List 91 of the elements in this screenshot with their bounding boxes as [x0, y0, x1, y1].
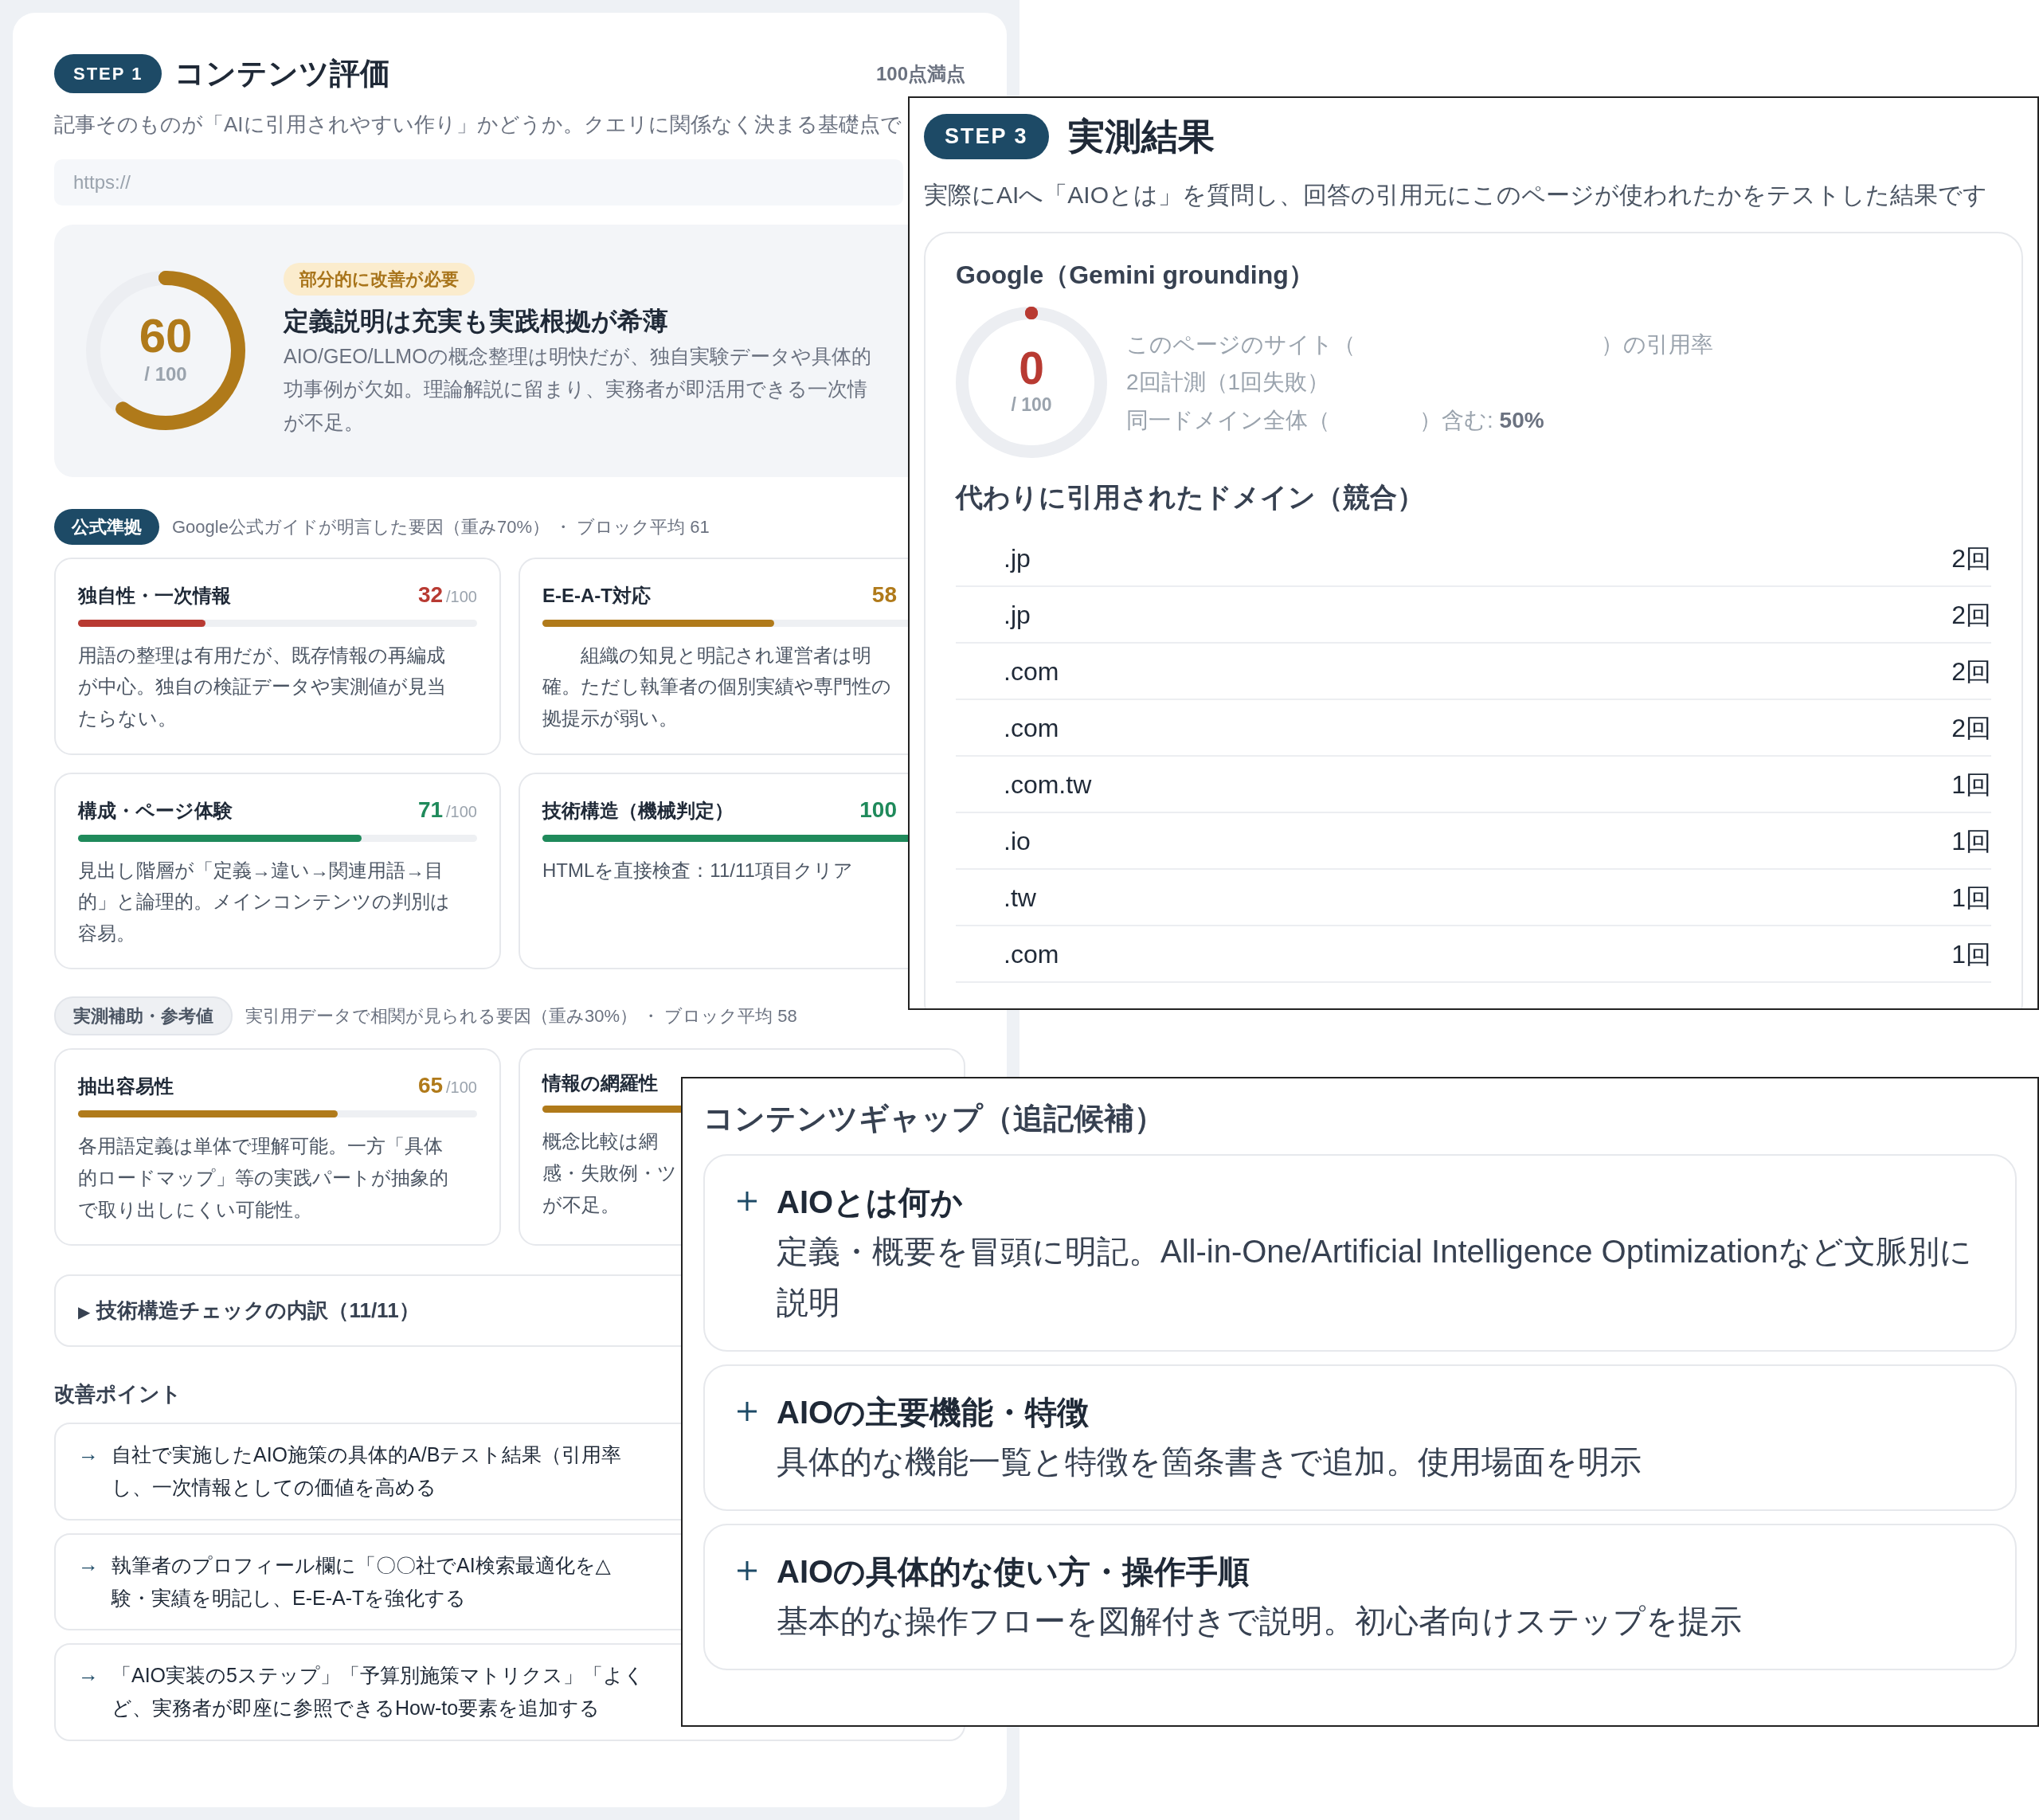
metric-max: /100 — [446, 802, 477, 820]
summary-headline: 定義説明は充実も実践根拠が希薄 — [284, 306, 669, 337]
block-caption: Google公式ガイドが明言した要因（重み70%） ・ ブロック平均 61 — [172, 515, 710, 538]
metric-score: 71 — [417, 796, 444, 822]
metric-name: 独自性・一次情報 — [78, 583, 231, 608]
stat-line: 2回計測（1回失敗） — [1126, 369, 1330, 397]
arrow-marker: → — [78, 1661, 99, 1689]
plus-icon — [737, 1560, 757, 1581]
metric-text-line: 用語の整理は有用だが、既存情報の再編成 — [78, 643, 445, 667]
metric-name: 抽出容易性 — [78, 1074, 174, 1099]
metric-name: E-E-A-T対応 — [542, 583, 651, 608]
citation-count: 1回 — [1951, 882, 1991, 914]
metric-text-line: 感・失敗例・ツ — [542, 1160, 677, 1185]
metric-text-line: たらない。 — [78, 706, 177, 730]
gap-item-title: AIOの具体的な使い方・操作手順 — [777, 1553, 1251, 1591]
panel-title: コンテンツギャップ（追記候補） — [703, 1101, 1165, 1137]
score-value: 60 — [139, 312, 193, 361]
domain-name: .jp — [1003, 599, 1031, 631]
metric-score: 100 — [859, 796, 897, 822]
plus-icon — [737, 1191, 757, 1211]
details-label: 技術構造チェックの内訳（11/11） — [96, 1298, 420, 1323]
metric-score: 32 — [417, 581, 444, 607]
summary-text-line: AIO/GEO/LLMOの概念整理は明快だが、独自実験データや具体的 — [284, 344, 871, 369]
score-value: 0 — [1018, 346, 1045, 392]
score-max: / 100 — [143, 362, 188, 387]
domain-name: .com — [1003, 938, 1059, 970]
gap-item-text: 具体的な機能一覧と特徴を箇条書きで追加。使用場面を明示 — [777, 1443, 1642, 1481]
competitors-title: 代わりに引用されたドメイン（競合） — [956, 481, 1425, 514]
improvement-text-line: 「AIO実装の5ステップ」「予算別施策マトリクス」「よく — [112, 1663, 644, 1689]
section-title: 実測結果 — [1067, 115, 1215, 159]
citation-count: 1回 — [1951, 938, 1991, 970]
section-title: コンテンツ評価 — [174, 56, 391, 92]
citation-count: 2回 — [1951, 599, 1991, 631]
block-tag: 実測補助・参考値 — [54, 996, 233, 1036]
metric-max: /100 — [446, 587, 477, 605]
gap-item-title: AIOの主要機能・特徴 — [777, 1394, 1090, 1431]
metric-text-line: 見出し階層が「定義→違い→関連用語→目 — [78, 858, 444, 883]
metric-text-line: 拠提示が弱い。 — [542, 706, 678, 730]
improvement-text-line: ど、実務者が即座に参照できるHow-to要素を追加する — [112, 1696, 601, 1721]
block-tag: 公式準拠 — [54, 508, 159, 545]
metric-text-line: HTMLを直接検査：11/11項目クリア — [542, 858, 853, 883]
domain-name: .com.tw — [1003, 769, 1092, 800]
improvement-text-line: し、一次情報としての価値を高める — [112, 1475, 436, 1501]
improvement-text-line: 執筆者のプロフィール欄に「〇〇社でAI検索最適化を△ — [112, 1552, 611, 1578]
metric-text-line: 確。ただし執筆者の個別実績や専門性の — [542, 675, 891, 699]
domain-name: .jp — [1003, 542, 1031, 574]
citation-count: 2回 — [1951, 712, 1991, 744]
citation-count: 1回 — [1951, 825, 1991, 857]
metric-text-line: 各用語定義は単体で理解可能。一方「具体 — [78, 1134, 443, 1159]
status-tag: 部分的に改善が必要 — [284, 263, 475, 296]
gap-item-text: 基本的な操作フローを図解付きで説明。初心者向けステップを提示 — [777, 1603, 1742, 1640]
arrow-marker: → — [78, 1441, 99, 1468]
improvement-text-line: 自社で実施したAIO施策の具体的A/Bテスト結果（引用率 — [112, 1442, 622, 1468]
url-input-field[interactable]: https:// — [54, 159, 903, 205]
score-max: / 100 — [1011, 393, 1052, 417]
domain-name: .tw — [1003, 882, 1036, 914]
max-score-note: 100点満点 — [875, 61, 965, 86]
arrow-marker: → — [78, 1551, 99, 1578]
metric-score: 58 — [871, 581, 897, 607]
metric-name: 技術構造（機械判定） — [542, 798, 734, 823]
metric-text-line: が中心。独自の検証データや実測値が見当 — [78, 675, 446, 699]
stat-line: 同一ドメイン全体（ ）含む: 50% — [1126, 406, 1544, 434]
improvement-text-line: 験・実績を明記し、E-E-A-Tを強化する — [112, 1585, 467, 1611]
citation-count: 1回 — [1951, 769, 1991, 800]
metric-text-line: で取り出しにくい可能性。 — [78, 1197, 312, 1222]
summary-text-line: が不足。 — [284, 409, 364, 435]
domain-name: .com — [1003, 712, 1059, 744]
metric-name: 情報の網羅性 — [542, 1071, 658, 1096]
metric-text-line: 的」と論理的。メインコンテンツの判別は — [78, 890, 450, 914]
domain-name: .io — [1003, 825, 1031, 857]
citation-count: 2回 — [1951, 656, 1991, 687]
metric-score: 65 — [417, 1073, 444, 1098]
expand-marker: ▶ — [78, 1302, 91, 1323]
metric-text-line: 容易。 — [78, 921, 135, 945]
step-badge: STEP 1 — [54, 54, 162, 93]
metric-max: /100 — [446, 1078, 477, 1097]
citation-count: 2回 — [1951, 542, 1991, 574]
metric-text-line: が不足。 — [542, 1192, 620, 1217]
gap-item-title: AIOとは何か — [777, 1184, 965, 1221]
summary-text-line: 功事例が欠如。理論解説に留まり、実務者が即活用できる一次情 — [284, 377, 867, 402]
metric-name: 構成・ページ体験 — [78, 798, 233, 823]
step-badge: STEP 3 — [924, 114, 1049, 159]
block-caption: 実引用データで相関が見られる要因（重み30%） ・ ブロック平均 58 — [245, 1005, 797, 1028]
stat-line: このページのサイト（ ）の引用率 — [1126, 331, 1713, 358]
plus-icon — [737, 1401, 757, 1422]
section-description: 実際にAIへ「AIOとは」を質問し、回答の引用元にこのページが使われたかをテストした結果です — [924, 181, 1988, 209]
domain-name: .com — [1003, 656, 1059, 687]
metric-text-line: 概念比較は網 — [542, 1129, 658, 1154]
engine-name: Google（Gemini grounding） — [956, 260, 1315, 291]
metric-text-line: 的ロードマップ」等の実践パートが抽象的 — [78, 1165, 448, 1190]
metric-text-line: 組織の知見と明記され運営者は明 — [580, 643, 871, 667]
